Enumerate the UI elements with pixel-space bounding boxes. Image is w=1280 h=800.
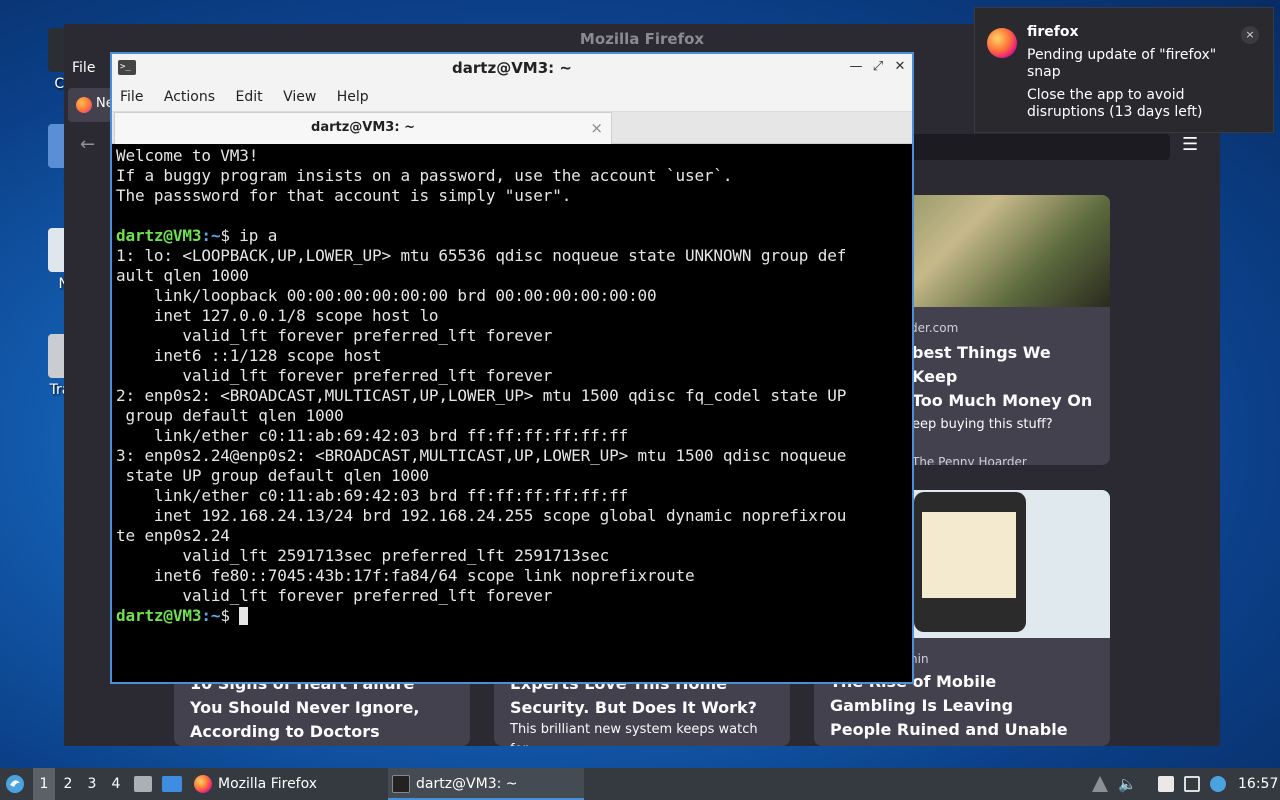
prompt-user: dartz@VM3 — [116, 606, 202, 625]
menu-help[interactable]: Help — [329, 82, 377, 112]
story-desc: This brilliant new system keeps watch fo… — [510, 722, 758, 746]
tray-up-arrow-icon[interactable] — [1092, 776, 1108, 792]
task-label: Mozilla Firefox — [218, 776, 318, 792]
terminal-icon: >_ — [118, 60, 136, 75]
workspace-4[interactable]: 4 — [105, 768, 127, 800]
output-line: te enp0s2.24 — [116, 526, 230, 545]
taskbar: 1 2 3 4 Mozilla Firefox dartz@VM3: ~ 🔈 1… — [0, 768, 1280, 800]
output-line: valid_lft forever preferred_lft forever — [116, 326, 553, 345]
prompt-user: dartz@VM3 — [116, 226, 202, 245]
desktop-icon — [134, 776, 152, 792]
network-icon[interactable] — [1184, 776, 1200, 792]
menu-actions[interactable]: Actions — [156, 82, 223, 112]
output-line: inet6 ::1/128 scope host — [116, 346, 382, 365]
output-line: valid_lft forever preferred_lft forever — [116, 586, 553, 605]
show-desktop-button[interactable] — [134, 768, 154, 800]
terminal-icon — [392, 775, 410, 793]
clock[interactable]: 16:57 — [1238, 768, 1278, 800]
prompt-sign: $ — [220, 226, 240, 245]
menu-edit[interactable]: Edit — [227, 82, 270, 112]
output-line: inet 192.168.24.13/24 brd 192.168.24.255… — [116, 506, 847, 525]
tab-close-icon[interactable]: × — [590, 113, 603, 143]
output-line: 1: lo: <LOOPBACK,UP,LOWER_UP> mtu 65536 … — [116, 246, 847, 265]
terminal-title: dartz@VM3: ~ — [452, 59, 572, 77]
text-cursor[interactable] — [239, 607, 249, 625]
notification-message: Pending update of "firefox" snap — [1027, 47, 1217, 80]
notification-close-button[interactable]: × — [1241, 26, 1259, 44]
prompt-path: :~ — [201, 226, 221, 245]
output-line: state UP group default qlen 1000 — [116, 466, 429, 485]
output-line: valid_lft forever preferred_lft forever — [116, 366, 553, 385]
firefox-icon — [76, 97, 92, 113]
update-notification[interactable]: firefox Pending update of "firefox" snap… — [974, 7, 1274, 133]
task-terminal[interactable]: dartz@VM3: ~ — [388, 768, 584, 800]
terminal-tab-title: dartz@VM3: ~ — [311, 120, 415, 135]
minimize-button[interactable]: — — [848, 59, 864, 75]
maximize-button[interactable]: ⤢ — [870, 59, 886, 75]
updates-icon[interactable] — [1210, 776, 1226, 792]
menu-file[interactable]: File — [112, 82, 151, 112]
menu-view[interactable]: View — [275, 82, 324, 112]
hamburger-menu-icon[interactable]: ☰ — [1182, 134, 1198, 155]
firefox-icon — [194, 775, 212, 793]
app-menu-button[interactable] — [4, 768, 28, 800]
volume-icon[interactable]: 🔈 — [1118, 776, 1137, 792]
start-menu-icon — [6, 775, 24, 793]
output-line: group default qlen 1000 — [116, 406, 344, 425]
slot-screen — [922, 512, 1016, 598]
command-text: ip a — [239, 226, 278, 245]
output-line: ault qlen 1000 — [116, 266, 249, 285]
terminal-tabbar: dartz@VM3: ~ × — [112, 112, 912, 144]
output-line: inet6 fe80::7045:43b:17f:fa84/64 scope l… — [116, 566, 695, 585]
output-line: 2: enp0s2: <BROADCAST,MULTICAST,UP,LOWER… — [116, 386, 847, 405]
output-line: link/loopback 00:00:00:00:00:00 brd 00:0… — [116, 286, 657, 305]
welcome-line: Welcome to VM3! — [116, 146, 259, 165]
clipboard-icon[interactable] — [1158, 776, 1174, 792]
folder-icon — [162, 776, 182, 792]
firefox-menu-file[interactable]: File — [64, 56, 110, 80]
firefox-tab[interactable]: Ne — [68, 88, 114, 122]
output-line: valid_lft 2591713sec preferred_lft 25917… — [116, 546, 610, 565]
output-line: 3: enp0s2.24@enp0s2: <BROADCAST,MULTICAS… — [116, 446, 847, 465]
task-firefox[interactable]: Mozilla Firefox — [190, 768, 386, 800]
close-window-button[interactable]: ✕ — [892, 59, 908, 75]
terminal-tab[interactable]: dartz@VM3: ~ × — [114, 112, 612, 144]
terminal-window[interactable]: >_ dartz@VM3: ~ — ⤢ ✕ File Actions Edit … — [110, 52, 914, 684]
output-line: link/ether c0:11:ab:69:42:03 brd ff:ff:f… — [116, 426, 629, 445]
output-line: inet 127.0.0.1/8 scope host lo — [116, 306, 439, 325]
workspace-1[interactable]: 1 — [33, 768, 55, 800]
file-manager-launcher[interactable] — [162, 768, 184, 800]
url-bar[interactable] — [910, 134, 1170, 160]
task-label: dartz@VM3: ~ — [416, 776, 518, 792]
terminal-titlebar[interactable]: >_ dartz@VM3: ~ — ⤢ ✕ — [112, 54, 912, 82]
prompt-path: :~ — [201, 606, 221, 625]
workspace-2[interactable]: 2 — [57, 768, 79, 800]
terminal-output[interactable]: Welcome to VM3! If a buggy program insis… — [114, 146, 910, 680]
output-line: link/ether c0:11:ab:69:42:03 brd ff:ff:f… — [116, 486, 629, 505]
firefox-icon — [987, 28, 1017, 58]
prompt-sign: $ — [220, 606, 240, 625]
welcome-line: The passsword for that account is simply… — [116, 186, 572, 205]
notification-detail: Close the app to avoid disruptions (13 d… — [1027, 87, 1203, 120]
terminal-menubar: File Actions Edit View Help — [112, 82, 912, 112]
back-arrow-icon[interactable]: ← — [80, 134, 95, 155]
welcome-line: If a buggy program insists on a password… — [116, 166, 733, 185]
workspace-3[interactable]: 3 — [81, 768, 103, 800]
notification-app-name: firefox — [1027, 24, 1079, 40]
